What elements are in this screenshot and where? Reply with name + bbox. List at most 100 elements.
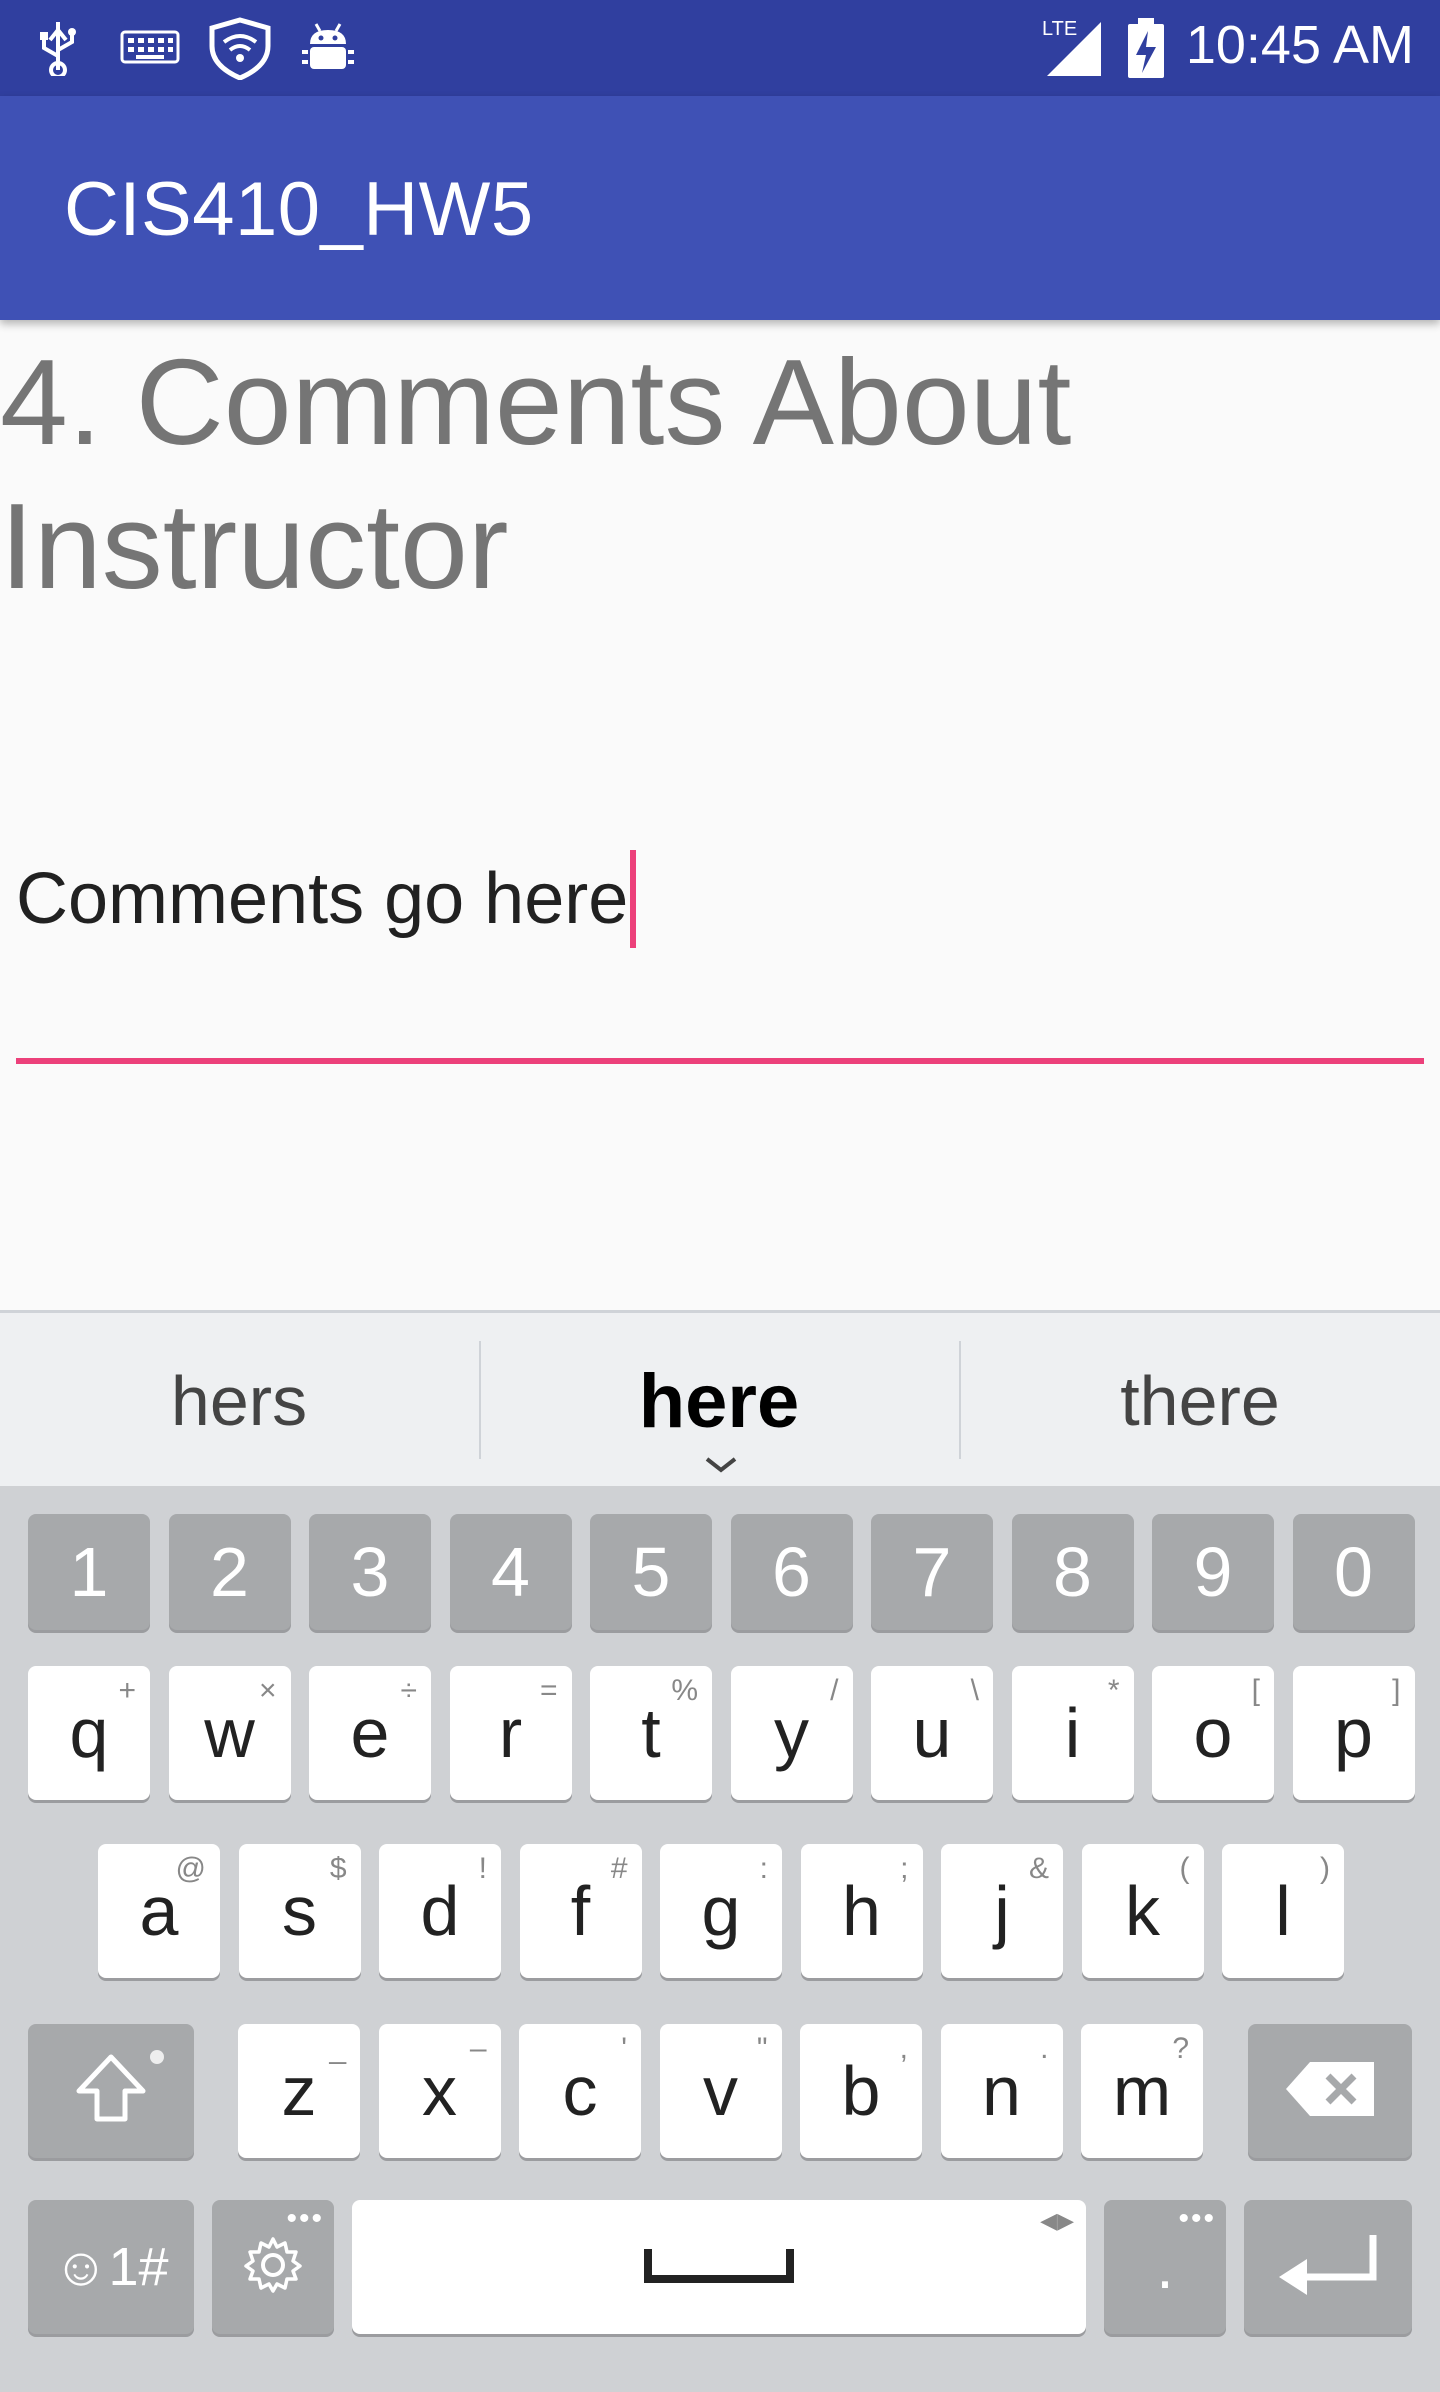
- key-1-label: 1: [69, 1533, 109, 1611]
- key-u[interactable]: u \: [871, 1666, 993, 1800]
- key-f[interactable]: f #: [519, 1844, 642, 1978]
- period-key-label: .: [1156, 2232, 1174, 2302]
- key-z[interactable]: z _: [238, 2024, 360, 2158]
- settings-key[interactable]: •••: [212, 2200, 334, 2334]
- key-x-hint: –: [469, 2032, 487, 2065]
- key-g[interactable]: g:: [660, 1844, 782, 1978]
- key-v-label: v: [703, 2052, 738, 2130]
- key-9[interactable]: 9: [1152, 1514, 1274, 1630]
- key-p-label: p: [1334, 1694, 1373, 1772]
- key-4-label: 4: [491, 1533, 530, 1611]
- key-c-hint: ': [621, 2032, 627, 2065]
- key-8[interactable]: 8: [1011, 1514, 1134, 1630]
- key-w-label: w: [204, 1694, 255, 1772]
- key-p[interactable]: p]: [1292, 1666, 1415, 1800]
- key-j[interactable]: j &: [941, 1844, 1063, 1978]
- suggestion-strip: hers here there: [0, 1310, 1440, 1489]
- key-h[interactable]: h;: [800, 1844, 923, 1978]
- key-h-label: h: [842, 1872, 881, 1950]
- cursor-arrows-icon: ◀▶: [1040, 2208, 1074, 2233]
- key-e[interactable]: e ÷: [309, 1666, 431, 1800]
- key-z-label: z: [281, 2052, 317, 2130]
- soft-keyboard: ☺1# ••• ◀▶ . ••• 1 2 3 4 5 6 7 8 9 0 q + w × e ÷ r = t% y / u…: [0, 1486, 1440, 2392]
- key-j-label: j: [994, 1872, 1010, 1950]
- key-6[interactable]: 6: [730, 1514, 853, 1630]
- key-v[interactable]: v ": [659, 2024, 782, 2158]
- key-3-label: 3: [350, 1533, 390, 1611]
- key-t-label: t: [641, 1694, 661, 1772]
- key-d[interactable]: d!: [379, 1844, 501, 1978]
- key-3[interactable]: 3: [309, 1514, 431, 1630]
- spacebar-key[interactable]: ◀▶: [352, 2200, 1086, 2334]
- key-g-label: g: [701, 1872, 741, 1950]
- key-q-label: q: [69, 1694, 109, 1772]
- key-1[interactable]: 1: [28, 1514, 150, 1630]
- key-x[interactable]: x –: [378, 2024, 501, 2158]
- key-k-hint: (: [1179, 1852, 1190, 1885]
- key-7[interactable]: 7: [871, 1514, 993, 1630]
- key-o-hint: [: [1251, 1674, 1260, 1707]
- period-key[interactable]: . •••: [1104, 2200, 1226, 2334]
- key-a-hint: @: [175, 1852, 206, 1885]
- key-8-label: 8: [1053, 1533, 1092, 1611]
- backspace-key[interactable]: [1248, 2024, 1412, 2158]
- shift-indicator-dot: [150, 2050, 164, 2064]
- key-k[interactable]: k(: [1081, 1844, 1204, 1978]
- key-b[interactable]: b,: [800, 2024, 922, 2158]
- app-bar: CIS410_HW5: [0, 96, 1440, 320]
- key-f-label: f: [570, 1872, 591, 1950]
- key-l[interactable]: l): [1222, 1844, 1344, 1978]
- suggestion-hers[interactable]: hers: [0, 1313, 478, 1489]
- key-o-label: o: [1193, 1694, 1233, 1772]
- battery-charging-icon: [1124, 18, 1168, 78]
- key-t[interactable]: t%: [590, 1666, 712, 1800]
- key-p-hint: ]: [1392, 1674, 1401, 1707]
- key-a[interactable]: a @: [98, 1844, 220, 1978]
- key-y-label: y: [774, 1694, 809, 1772]
- app-title: CIS410_HW5: [64, 167, 534, 252]
- backspace-icon: [1282, 2058, 1378, 2125]
- key-k-label: k: [1125, 1872, 1160, 1950]
- key-h-hint: ;: [900, 1852, 909, 1885]
- key-w[interactable]: w ×: [168, 1666, 291, 1800]
- key-n[interactable]: n.: [940, 2024, 1063, 2158]
- key-s[interactable]: s $: [238, 1844, 361, 1978]
- key-m[interactable]: m?: [1081, 2024, 1203, 2158]
- shift-icon: [71, 2049, 151, 2134]
- key-s-label: s: [282, 1872, 317, 1950]
- key-2[interactable]: 2: [168, 1514, 291, 1630]
- usb-icon: [28, 18, 88, 78]
- key-u-label: u: [912, 1694, 952, 1772]
- key-7-label: 7: [912, 1533, 952, 1611]
- key-j-hint: &: [1028, 1852, 1049, 1885]
- key-5[interactable]: 5: [590, 1514, 712, 1630]
- key-2-label: 2: [210, 1533, 249, 1611]
- key-4[interactable]: 4: [449, 1514, 572, 1630]
- enter-icon: [1273, 2225, 1383, 2310]
- key-o[interactable]: o[: [1152, 1666, 1274, 1800]
- key-f-hint: #: [610, 1852, 628, 1885]
- key-0-label: 0: [1334, 1533, 1373, 1611]
- suggestion-there[interactable]: there: [960, 1313, 1440, 1489]
- key-n-hint: .: [1040, 2032, 1049, 2065]
- key-6-label: 6: [772, 1533, 811, 1611]
- key-r[interactable]: r =: [449, 1666, 572, 1800]
- enter-key[interactable]: [1244, 2200, 1412, 2334]
- comment-input-underline: [16, 1058, 1424, 1064]
- key-0[interactable]: 0: [1292, 1514, 1415, 1630]
- key-q[interactable]: q +: [28, 1666, 150, 1800]
- key-i[interactable]: i *: [1011, 1666, 1134, 1800]
- chevron-down-icon: [704, 1455, 738, 1479]
- key-n-label: n: [982, 2052, 1021, 2130]
- key-y[interactable]: y /: [730, 1666, 853, 1800]
- text-cursor: [630, 850, 637, 948]
- key-d-label: d: [420, 1872, 460, 1950]
- key-c[interactable]: c ': [519, 2024, 641, 2158]
- comment-input-value[interactable]: Comments go here: [16, 858, 628, 940]
- key-e-hint: ÷: [400, 1674, 417, 1707]
- comment-input[interactable]: Comments go here: [16, 830, 1424, 1070]
- emoji-symbols-key[interactable]: ☺1#: [28, 2200, 194, 2334]
- vpn-shield-icon: [204, 17, 276, 80]
- key-t-hint: %: [671, 1674, 698, 1707]
- shift-key[interactable]: [28, 2024, 194, 2158]
